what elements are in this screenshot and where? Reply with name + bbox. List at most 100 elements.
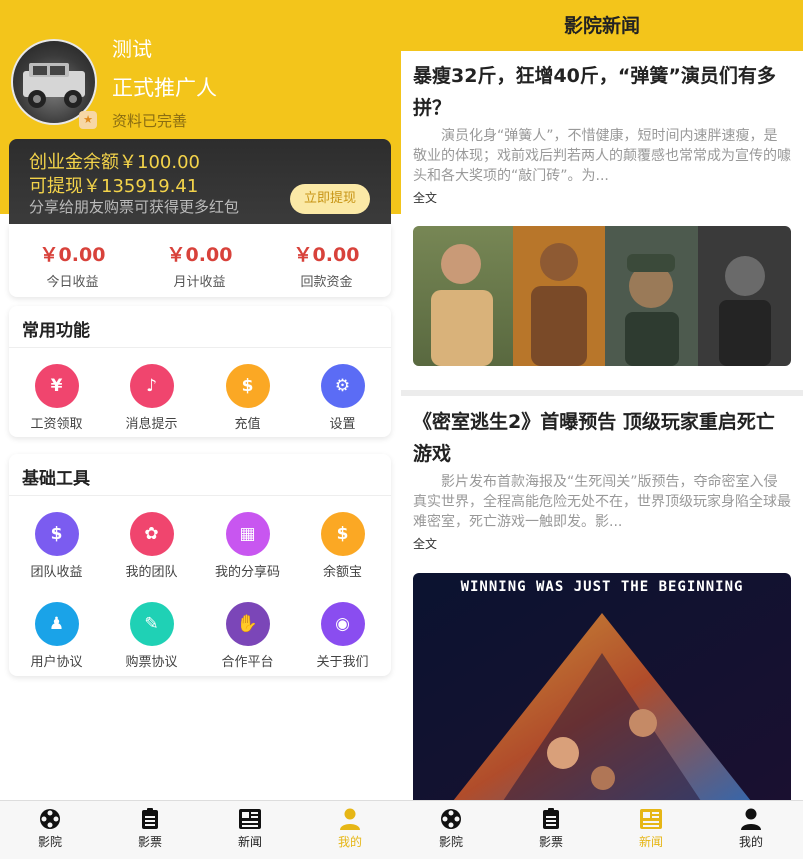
news-page: 影院新闻 暴瘦32斤，狂增40斤，“弹簧”演员们有多拼？ 演员化身“弹簧人”，不… xyxy=(401,0,803,859)
tab-label: 影票 xyxy=(137,835,162,849)
withdraw-button[interactable]: 立即提现 xyxy=(290,184,370,214)
tool-label: 余额宝 xyxy=(322,565,362,580)
poster-tagline: WINNING WAS JUST THE BEGINNING xyxy=(460,579,744,595)
article-image[interactable] xyxy=(413,226,791,366)
tool-label: 团队收益 xyxy=(30,565,83,580)
tool-label: 充值 xyxy=(234,417,261,432)
coin-icon: $ xyxy=(225,364,270,408)
divider xyxy=(9,495,391,496)
lock-icon: ◉ xyxy=(320,602,365,646)
tool-label: 用户协议 xyxy=(30,655,83,670)
gear-icon: ⚙ xyxy=(320,364,365,408)
tool-label: 工资领取 xyxy=(30,417,83,432)
tab-bar: 影院 影票 新闻 我的 xyxy=(401,800,803,859)
tool-team-earnings[interactable]: $ 团队收益 xyxy=(9,512,104,580)
stat-month[interactable]: ￥0.00 月计收益 xyxy=(136,240,263,290)
tab-mine[interactable]: 我的 xyxy=(300,801,400,859)
wallet-hint: 分享给朋友购票可获得更多红包 xyxy=(29,198,240,216)
tab-cinema[interactable]: 影院 xyxy=(0,801,100,859)
read-more-link[interactable]: 全文 xyxy=(413,535,791,552)
user-bag-icon: ♟ xyxy=(34,602,79,646)
wallet-icon: ¥ xyxy=(34,364,79,408)
stat-value: ￥0.00 xyxy=(39,244,106,266)
withdrawable-text: 可提现￥135919.41 xyxy=(29,176,199,197)
stat-value: ￥0.00 xyxy=(166,244,233,266)
balance-text: 创业金余额￥100.00 xyxy=(29,152,200,173)
tab-tickets[interactable]: 影票 xyxy=(100,801,200,859)
read-more-link[interactable]: 全文 xyxy=(413,189,791,206)
tool-label: 关于我们 xyxy=(316,655,369,670)
tab-label: 新闻 xyxy=(237,835,262,849)
wallet-card: 创业金余额￥100.00 可提现￥135919.41 分享给朋友购票可获得更多红… xyxy=(9,139,391,224)
tool-ticket-agreement[interactable]: ✎ 购票协议 xyxy=(104,602,199,670)
qrcode-icon: ▦ xyxy=(225,512,270,556)
tab-bar: 影院 影票 新闻 我的 xyxy=(0,800,401,859)
tab-label: 我的 xyxy=(337,835,362,849)
handshake-icon: ✋ xyxy=(225,602,270,646)
stat-label: 月计收益 xyxy=(173,275,226,290)
tab-mine[interactable]: 我的 xyxy=(701,801,801,859)
tool-my-team[interactable]: ✿ 我的团队 xyxy=(104,512,199,580)
basic-tools-card: 基础工具 $ 团队收益 ✿ 我的团队 ▦ 我的分享码 $ 余额宝 ♟ 用户协议 xyxy=(9,454,391,676)
news-article[interactable]: 《密室逃生2》首曝预告 顶级玩家重启死亡游戏 影片发布首款海报及“生死闯关”版预… xyxy=(413,406,791,552)
common-functions-card: 常用功能 ¥ 工资领取 ♪ 消息提示 $ 充值 ⚙ 设置 xyxy=(9,306,391,437)
user-role: 正式推广人 xyxy=(112,76,217,100)
tool-label: 我的分享码 xyxy=(214,565,280,580)
tab-label: 我的 xyxy=(738,835,763,849)
stat-label: 回款资金 xyxy=(300,275,353,290)
stat-label: 今日收益 xyxy=(46,275,99,290)
tool-partner-platform[interactable]: ✋ 合作平台 xyxy=(200,602,295,670)
tool-notice[interactable]: ♪ 消息提示 xyxy=(104,364,199,432)
profile-status: 资料已完善 xyxy=(112,112,188,130)
tool-recharge[interactable]: $ 充值 xyxy=(200,364,295,432)
film-reel-icon xyxy=(0,807,100,831)
ticket-icon xyxy=(501,807,601,831)
divider xyxy=(401,390,803,396)
tool-label: 合作平台 xyxy=(221,655,274,670)
news-article[interactable]: 暴瘦32斤，狂增40斤，“弹簧”演员们有多拼？ 演员化身“弹簧人”，不惜健康，短… xyxy=(413,60,791,206)
tool-settings[interactable]: ⚙ 设置 xyxy=(295,364,390,432)
tool-balance-treasure[interactable]: $ 余额宝 xyxy=(295,512,390,580)
profile-page: ★ 测试 正式推广人 资料已完善 创业金余额￥100.00 可提现￥135919… xyxy=(0,0,401,859)
news-icon xyxy=(601,807,701,831)
section-title: 常用功能 xyxy=(22,321,90,341)
article-title[interactable]: 暴瘦32斤，狂增40斤，“弹簧”演员们有多拼？ xyxy=(413,60,791,124)
bell-icon: ♪ xyxy=(129,364,174,408)
tab-label: 影院 xyxy=(438,835,463,849)
user-icon xyxy=(300,807,400,831)
screen: ★ 测试 正式推广人 资料已完善 创业金余额￥100.00 可提现￥135919… xyxy=(0,0,803,859)
divider xyxy=(9,347,391,348)
tab-news[interactable]: 新闻 xyxy=(601,801,701,859)
stat-today[interactable]: ￥0.00 今日收益 xyxy=(9,240,136,290)
stat-value: ￥0.00 xyxy=(293,244,360,266)
tab-label: 影票 xyxy=(538,835,563,849)
user-name: 测试 xyxy=(112,37,152,61)
article-summary: 影片发布首款海报及“生死闯关”版预告，夺命密室入侵真实世界，全程高能危险无处不在… xyxy=(413,474,791,530)
article-summary: 演员化身“弹簧人”，不惜健康，短时间内速胖速瘦，是敬业的体现；戏前戏后判若两人的… xyxy=(413,128,791,184)
tool-label: 我的团队 xyxy=(125,565,178,580)
page-title: 影院新闻 xyxy=(401,0,803,51)
money-bag-icon: $ xyxy=(320,512,365,556)
news-icon xyxy=(200,807,300,831)
money-bag-icon: $ xyxy=(34,512,79,556)
tool-user-agreement[interactable]: ♟ 用户协议 xyxy=(9,602,104,670)
tool-label: 消息提示 xyxy=(125,417,178,432)
tool-share-code[interactable]: ▦ 我的分享码 xyxy=(200,512,295,580)
tab-label: 新闻 xyxy=(638,835,663,849)
user-icon xyxy=(701,807,801,831)
tool-salary[interactable]: ¥ 工资领取 xyxy=(9,364,104,432)
article-title[interactable]: 《密室逃生2》首曝预告 顶级玩家重启死亡游戏 xyxy=(413,406,791,470)
tool-label: 购票协议 xyxy=(125,655,178,670)
tab-news[interactable]: 新闻 xyxy=(200,801,300,859)
verified-badge-icon: ★ xyxy=(79,111,97,129)
tool-label: 设置 xyxy=(329,417,356,432)
film-reel-icon xyxy=(401,807,501,831)
ticket-icon xyxy=(100,807,200,831)
stat-returns[interactable]: ￥0.00 回款资金 xyxy=(263,240,390,290)
tab-cinema[interactable]: 影院 xyxy=(401,801,501,859)
earnings-stats: ￥0.00 今日收益 ￥0.00 月计收益 ￥0.00 回款资金 xyxy=(9,224,391,297)
tool-about-us[interactable]: ◉ 关于我们 xyxy=(295,602,390,670)
pen-icon: ✎ xyxy=(129,602,174,646)
article-image[interactable]: WINNING WAS JUST THE BEGINNING xyxy=(413,573,791,801)
tab-tickets[interactable]: 影票 xyxy=(501,801,601,859)
